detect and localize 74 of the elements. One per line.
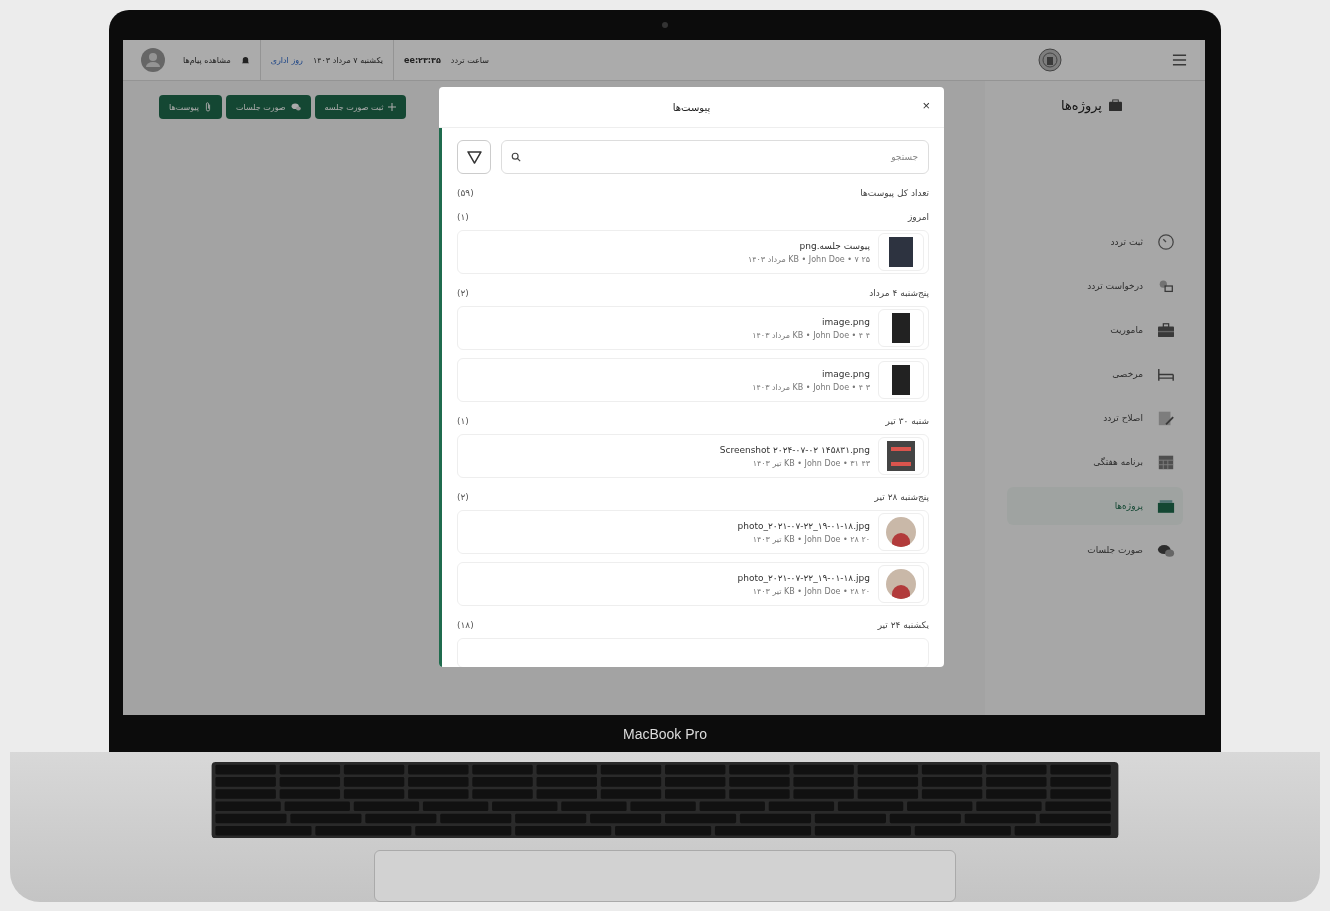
search-field[interactable]: جستجو	[501, 140, 929, 174]
plus-icon	[388, 103, 397, 111]
file-name: پیوست جلسه.png	[798, 240, 870, 251]
sidebar-item[interactable]: ثبت تردد	[1007, 223, 1183, 261]
total-label: تعداد کل پیوست‌ها	[860, 188, 929, 198]
sidebar-item[interactable]: صورت جلسات	[1007, 531, 1183, 569]
file-meta: ۴۳ KB • John Doe • ۳۱ تیر ۱۴۰۳	[751, 458, 870, 468]
action-button[interactable]: پیوست‌ها	[159, 95, 222, 119]
calendar-edit-icon	[1157, 409, 1175, 427]
sidebar-item[interactable]: درخواست تردد	[1007, 267, 1183, 305]
logo-icon	[1038, 48, 1062, 72]
paperclip-icon	[204, 102, 212, 112]
file-card[interactable]: Screenshot ۲۰۲۴-۰۷-۰۲ ۱۴۵۸۳۱.png ۴۳ KB • John Doe • ۳۱ تیر ۱۴۰۳	[457, 434, 929, 478]
action-button[interactable]: ثبت صورت جلسه	[314, 95, 407, 119]
group-title: پنج‌شنبه ۴ مرداد	[869, 288, 929, 298]
file-name: Screenshot ۲۰۲۴-۰۷-۰۲ ۱۴۵۸۳۱.png	[719, 444, 870, 455]
day-link[interactable]: روز اداری	[270, 55, 303, 65]
file-card[interactable]: پیوست جلسه.png ۲۵ KB • John Doe • ۷ مرداد ۱۴۰۳	[457, 230, 929, 274]
camera-icon	[662, 22, 668, 28]
sidebar-item[interactable]: اصلاح تردد	[1007, 399, 1183, 437]
action-button[interactable]: صورت جلسات	[226, 95, 311, 119]
file-meta: ۲۵ KB • John Doe • ۷ مرداد ۱۴۰۳	[747, 254, 870, 264]
close-button[interactable]: ×	[922, 99, 930, 113]
total-count: (۵۹)	[457, 188, 474, 198]
sidebar-item[interactable]: مرخصی	[1007, 355, 1183, 393]
group-title: یکشنبه ۲۴ تیر	[877, 620, 929, 630]
dialog-title: پیوست‌ها	[672, 101, 711, 113]
folder-icon	[1157, 498, 1175, 514]
sidebar-item[interactable]: پروژه‌ها	[1007, 487, 1183, 525]
timer-icon	[1157, 233, 1175, 251]
bed-icon	[1157, 366, 1175, 382]
image-thumbnail	[889, 237, 913, 267]
filter-button[interactable]	[457, 140, 491, 174]
group-count: (۲)	[457, 288, 469, 298]
file-card[interactable]: photo_۲۰۲۱-۰۷-۲۲_۱۹-۰۱-۱۸.jpg ۲۰ KB • John Doe • ۲۸ تیر ۱۴۰۳	[457, 562, 929, 606]
group-count: (۲)	[457, 492, 469, 502]
file-card[interactable]: photo_۲۰۲۱-۰۷-۲۲_۱۹-۰۱-۱۸.jpg ۲۰ KB • John Doe • ۲۸ تیر ۱۴۰۳	[457, 510, 929, 554]
file-meta: ۳ KB • John Doe • ۴ مرداد ۱۴۰۳	[752, 382, 870, 392]
group-title: امروز	[908, 212, 929, 222]
file-name: image.png	[820, 316, 870, 327]
image-thumbnail	[892, 313, 910, 343]
menu-icon[interactable]	[1172, 54, 1187, 66]
group-count: (۱)	[457, 212, 469, 222]
group-title: پنج‌شنبه ۲۸ تیر	[874, 492, 929, 502]
calendar-icon	[1157, 453, 1175, 471]
file-meta: ۲۰ KB • John Doe • ۲۸ تیر ۱۴۰۳	[751, 534, 870, 544]
briefcase-icon	[1157, 322, 1175, 338]
file-name: image.png	[820, 368, 870, 379]
file-name: photo_۲۰۲۱-۰۷-۲۲_۱۹-۰۱-۱۸.jpg	[737, 572, 870, 583]
clock-label: ساعت تردد	[450, 55, 489, 65]
file-meta: ۴ KB • John Doe • ۴ مرداد ۱۴۰۳	[752, 330, 870, 340]
messages-link[interactable]: مشاهده پیام‌ها	[183, 55, 231, 65]
sidebar-item[interactable]: برنامه هفتگی	[1007, 443, 1183, 481]
device-label: MacBook Pro	[622, 725, 707, 742]
screenshot-thumbnail	[887, 441, 915, 471]
search-icon	[511, 152, 521, 162]
group-title: شنبه ۳۰ تیر	[885, 416, 929, 426]
image-thumbnail	[892, 365, 910, 395]
chat-bubbles-icon	[290, 103, 301, 111]
bell-icon[interactable]	[240, 55, 250, 65]
photo-placeholder	[886, 569, 916, 599]
group-count: (۱)	[457, 416, 469, 426]
sidebar-item[interactable]: ماموریت	[1007, 311, 1183, 349]
file-meta: ۲۰ KB • John Doe • ۲۸ تیر ۱۴۰۳	[751, 586, 870, 596]
group-count: (۱۸)	[457, 620, 474, 630]
filter-icon	[466, 150, 482, 164]
page-title: پروژه‌ها	[1061, 98, 1102, 113]
chat-bubbles-icon	[1157, 542, 1175, 558]
date-text: یکشنبه ۷ مرداد ۱۴۰۳	[312, 55, 384, 65]
avatar-icon[interactable]	[141, 48, 165, 72]
photo-placeholder	[886, 517, 916, 547]
clock-time: ee:۲۳:۳۵	[404, 55, 441, 65]
briefcase-icon	[1108, 99, 1123, 112]
file-name: photo_۲۰۲۱-۰۷-۲۲_۱۹-۰۱-۱۸.jpg	[737, 520, 870, 531]
